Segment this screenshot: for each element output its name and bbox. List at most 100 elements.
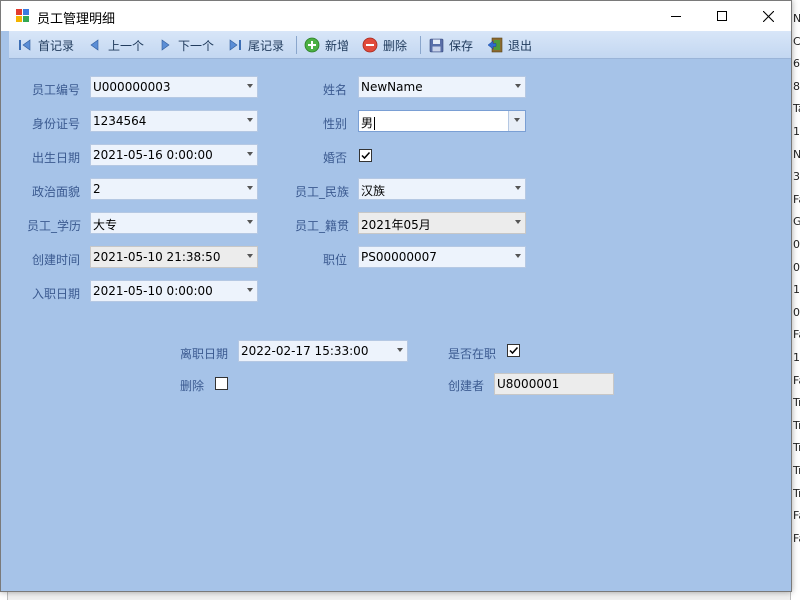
save-label: 保存: [449, 38, 474, 53]
save-icon: [428, 37, 444, 53]
name-label: 姓名: [323, 83, 348, 97]
is-active-checkbox[interactable]: [507, 344, 520, 357]
education-combo[interactable]: 大专: [90, 212, 258, 234]
hire-date-picker[interactable]: 2021-05-10 0:00:00: [90, 280, 258, 302]
ethnicity-label: 员工_民族: [295, 185, 350, 199]
deleted-label: 删除: [180, 379, 205, 393]
married-checkbox[interactable]: [359, 149, 372, 162]
political-combo[interactable]: 2: [90, 178, 258, 200]
app-icon: [16, 9, 30, 23]
background-text-fragment: Fa: [793, 531, 800, 545]
maximize-button[interactable]: [699, 1, 745, 31]
gender-combo[interactable]: 男: [358, 110, 526, 132]
deleted-checkbox[interactable]: [215, 377, 228, 390]
background-text-fragment: N: [793, 148, 800, 161]
background-text-fragment: 80: [793, 79, 800, 93]
minimize-icon: [671, 16, 681, 17]
add-button[interactable]: 新增: [304, 34, 349, 56]
hire-date-label: 入职日期: [32, 287, 81, 301]
political-label: 政治面貌: [32, 185, 81, 199]
background-text-fragment: Fa: [793, 509, 800, 523]
background-text-fragment: 0,: [793, 238, 800, 251]
chevron-down-icon: [515, 186, 521, 190]
checkmark-icon: [361, 151, 371, 160]
background-text-fragment: Fa: [793, 373, 800, 387]
add-icon: [304, 37, 320, 53]
exit-label: 退出: [508, 38, 533, 53]
maximize-icon: [717, 11, 727, 21]
first-record-button[interactable]: 首记录: [17, 34, 74, 56]
background-text-fragment: Fa: [793, 192, 800, 206]
exit-icon: [487, 37, 503, 53]
employee-form: 员工编号 U000000003 身份证号 1234564 出生日期 2021-0…: [9, 59, 791, 591]
previous-icon: [87, 37, 103, 53]
save-button[interactable]: 保存: [428, 34, 473, 56]
title-bar[interactable]: 员工管理明细: [1, 1, 791, 31]
chevron-down-icon: [515, 220, 521, 224]
native-place-label: 员工_籍贯: [295, 219, 350, 233]
emp-id-combo[interactable]: U000000003: [90, 76, 258, 98]
previous-button[interactable]: 上一个: [87, 34, 144, 56]
creator-field[interactable]: U8000001: [494, 373, 614, 395]
text-cursor: [374, 117, 376, 130]
background-text-fragment: Tr: [793, 441, 800, 455]
close-icon: [762, 10, 774, 22]
previous-label: 上一个: [108, 38, 145, 53]
close-button[interactable]: [745, 1, 791, 31]
delete-button[interactable]: 删除: [362, 34, 407, 56]
chevron-down-icon: [247, 118, 253, 122]
background-text-fragment: 15: [793, 283, 800, 297]
created-time-label: 创建时间: [32, 253, 81, 267]
name-combo[interactable]: NewName: [358, 76, 526, 98]
chevron-down-icon: [247, 152, 253, 156]
toolbar: 首记录 上一个 下一个 尾记录 新增 删除 保存 退出: [9, 31, 791, 59]
window-title: 员工管理明细: [37, 12, 116, 27]
next-label: 下一个: [178, 38, 215, 53]
background-text-fragment: 0,: [793, 305, 800, 319]
chevron-down-icon: [515, 84, 521, 88]
background-text-fragment: Tr: [793, 486, 800, 500]
employee-detail-window: 员工管理明细 首记录 上一个 下一个 尾记录 新增 删除 保存 退出 员工编号 …: [0, 0, 792, 592]
id-card-combo[interactable]: 1234564: [90, 110, 258, 132]
exit-button[interactable]: 退出: [487, 34, 532, 56]
chevron-down-icon: [247, 186, 253, 190]
married-label: 婚否: [323, 151, 348, 165]
last-record-label: 尾记录: [248, 38, 285, 53]
background-text-fragment: Fa: [793, 328, 800, 342]
chevron-down-icon: [247, 254, 253, 258]
background-text-fragment: Tr: [793, 418, 800, 432]
first-record-label: 首记录: [38, 38, 75, 53]
background-text-fragment: 15: [793, 125, 800, 138]
id-card-label: 身份证号: [32, 117, 81, 131]
background-text-fragment: C: [793, 34, 800, 48]
chevron-down-icon: [397, 348, 403, 352]
background-text-fragment: 3,: [793, 170, 800, 184]
next-icon: [157, 37, 173, 53]
checkmark-icon: [509, 346, 519, 355]
next-button[interactable]: 下一个: [157, 34, 214, 56]
created-time-picker[interactable]: 2021-05-10 21:38:50: [90, 246, 258, 268]
toolbar-separator: [420, 36, 421, 54]
gender-dropdown-button[interactable]: [508, 111, 525, 131]
chevron-down-icon: [247, 84, 253, 88]
background-text-fragment: N: [793, 12, 800, 25]
chevron-down-icon: [514, 118, 520, 122]
education-label: 员工_学历: [27, 219, 82, 233]
ethnicity-combo[interactable]: 汉族: [358, 178, 526, 200]
gender-label: 性别: [323, 117, 348, 131]
native-place-combo[interactable]: 2021年05月: [358, 212, 526, 234]
position-combo[interactable]: PS00000007: [358, 246, 526, 268]
last-record-button[interactable]: 尾记录: [227, 34, 284, 56]
background-text-fragment: Tr: [793, 464, 800, 477]
chevron-down-icon: [515, 254, 521, 258]
creator-label: 创建者: [448, 379, 485, 393]
minimize-button[interactable]: [653, 1, 699, 31]
background-text-fragment: 60: [793, 57, 800, 71]
emp-id-label: 员工编号: [32, 83, 81, 97]
background-text-fragment: G: [793, 215, 800, 228]
birth-date-label: 出生日期: [32, 151, 81, 165]
toolbar-separator: [296, 36, 297, 54]
last-record-icon: [227, 37, 243, 53]
birth-date-picker[interactable]: 2021-05-16 0:00:00: [90, 144, 258, 166]
leave-date-picker[interactable]: 2022-02-17 15:33:00: [238, 340, 408, 362]
